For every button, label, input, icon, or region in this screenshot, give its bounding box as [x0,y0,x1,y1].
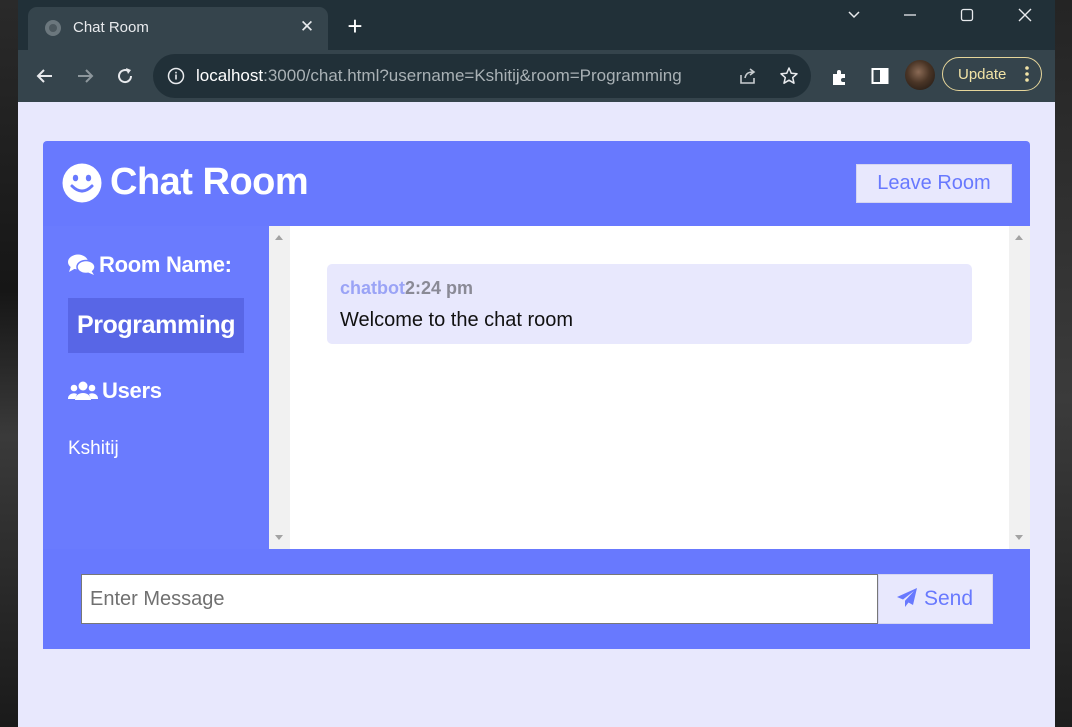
leave-room-button[interactable]: Leave Room [856,164,1012,203]
url-path: :3000/chat.html?username=Kshitij&room=Pr… [263,66,682,85]
new-tab-button[interactable]: + [344,13,366,39]
message-text: Welcome to the chat room [340,309,574,331]
users-icon [67,381,99,400]
paper-plane-icon [897,588,917,607]
users-heading: Users [67,378,162,404]
send-label: Send [924,587,974,610]
message-time: 2:24 pm [405,278,474,298]
messages-scrollbar[interactable] [1009,226,1030,549]
browser-toolbar: localhost:3000/chat.html?username=Kshiti… [18,50,1055,102]
room-name-label: Room Name: [99,252,232,277]
chat-header: Chat Room Leave Room [43,141,1030,226]
scroll-up-icon[interactable] [275,235,283,240]
url-text: localhost:3000/chat.html?username=Kshiti… [196,66,682,86]
extensions-icon[interactable] [826,62,854,90]
users-label: Users [102,378,162,403]
chat-title: Chat Room [110,161,309,203]
reload-icon[interactable] [111,62,139,90]
send-content: Send [897,587,973,611]
user-list-item: Kshitij [68,438,119,459]
globe-icon [45,20,61,36]
messages-panel: chatbot2:24 pm Welcome to the chat room [290,226,1009,549]
tab-chat-room[interactable]: Chat Room ✕ [28,7,328,50]
tab-title: Chat Room [73,19,149,36]
side-panel-icon[interactable] [866,62,894,90]
scroll-down-icon[interactable] [275,535,283,540]
comments-icon [68,254,96,275]
chevron-down-icon[interactable] [834,4,874,26]
room-name-value: Programming [68,298,244,353]
forward-arrow-icon[interactable] [71,62,99,90]
tab-strip: Chat Room ✕ + [18,0,1055,50]
tab-close-icon[interactable]: ✕ [296,16,318,38]
update-label: Update [958,66,1007,83]
message-username: chatbot [340,278,405,298]
address-bar[interactable]: localhost:3000/chat.html?username=Kshiti… [153,54,811,98]
minimize-icon[interactable] [890,4,930,26]
chat-footer: Send [43,549,1030,649]
sidebar-scrollbar[interactable] [269,226,290,549]
maximize-icon[interactable] [947,4,987,26]
profile-avatar[interactable] [905,60,935,90]
info-icon[interactable] [167,67,185,85]
chat-sidebar: Room Name: Programming Users Kshitij [43,226,269,549]
message-input[interactable] [81,574,878,624]
desktop-background-left [0,0,18,727]
send-button[interactable]: Send [878,574,993,624]
chat-container: Chat Room Leave Room Room Name: Programm… [43,141,1030,649]
scroll-up-icon[interactable] [1015,235,1023,240]
smile-icon [62,163,102,203]
message-meta: chatbot2:24 pm [340,278,473,299]
star-icon[interactable] [779,66,799,86]
back-arrow-icon[interactable] [31,62,59,90]
close-icon[interactable] [1005,4,1045,26]
scroll-down-icon[interactable] [1015,535,1023,540]
share-icon[interactable] [738,66,758,86]
more-menu-icon[interactable] [1025,66,1029,82]
chat-message: chatbot2:24 pm Welcome to the chat room [327,264,972,344]
page-content: Chat Room Leave Room Room Name: Programm… [18,102,1055,727]
url-host: localhost [196,66,264,85]
desktop-background-right [1054,0,1072,727]
room-name-heading: Room Name: [68,252,232,278]
update-button[interactable]: Update [942,57,1042,91]
browser-window: Chat Room ✕ + localhost:3000/chat.html?u… [18,0,1055,727]
